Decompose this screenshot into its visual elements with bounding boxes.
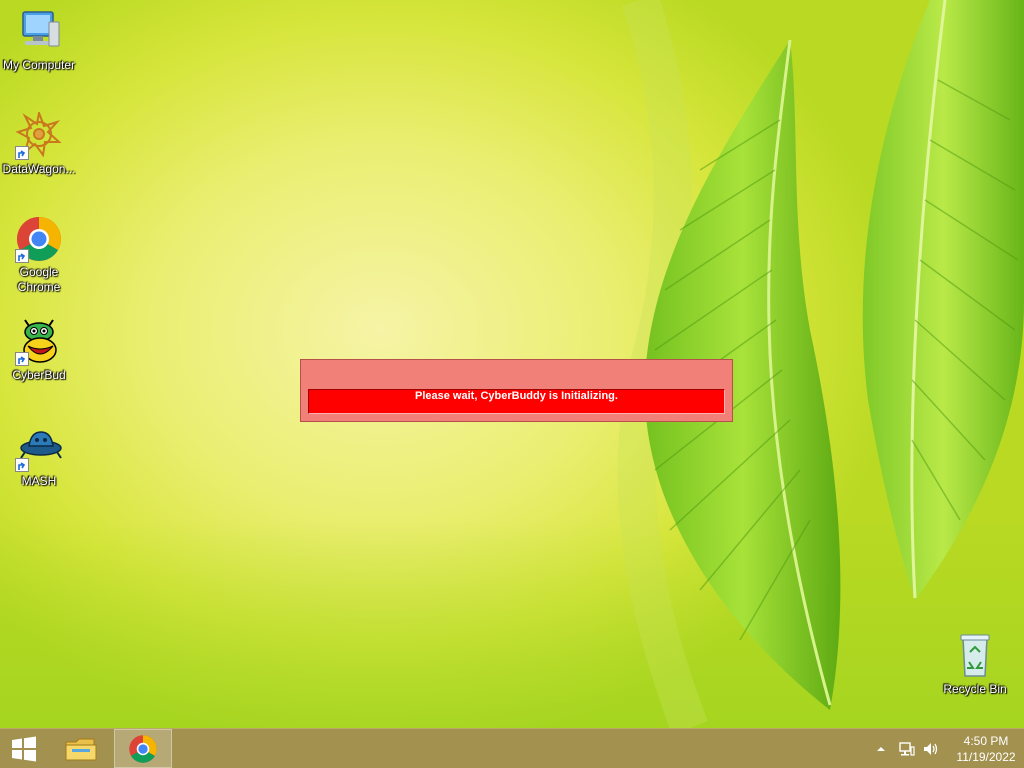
desktop-icon-label: Google Chrome bbox=[17, 265, 61, 294]
taskbar: 4:50 PM 11/19/2022 bbox=[0, 728, 1024, 768]
clock-date: 11/19/2022 bbox=[956, 749, 1016, 764]
desktop-icon-label: Recycle Bin bbox=[943, 682, 1007, 696]
desktop-icon-label: My Computer bbox=[2, 58, 76, 72]
shortcut-arrow-icon bbox=[15, 249, 29, 263]
show-hidden-icons-button[interactable] bbox=[874, 729, 888, 768]
desktop-icon-label: MASH bbox=[21, 474, 57, 488]
taskbar-clock[interactable]: 4:50 PM 11/19/2022 bbox=[948, 729, 1024, 768]
cyberbud-icon bbox=[15, 318, 63, 366]
desktop: My Computer DataWagon... Google Chrome C… bbox=[0, 0, 1024, 728]
network-button[interactable] bbox=[896, 729, 918, 768]
file-explorer-taskbar-button[interactable] bbox=[56, 729, 106, 768]
network-icon bbox=[899, 741, 915, 756]
speaker-icon bbox=[924, 742, 938, 755]
chrome-icon bbox=[129, 734, 157, 763]
desktop-icon-mash[interactable]: MASH bbox=[0, 424, 78, 489]
desktop-icon-datawagon[interactable]: DataWagon... bbox=[0, 109, 78, 177]
shortcut-arrow-icon bbox=[15, 458, 29, 472]
chevron-up-icon bbox=[877, 746, 885, 751]
desktop-icon-google-chrome[interactable]: Google Chrome bbox=[0, 215, 78, 295]
volume-button[interactable] bbox=[920, 729, 942, 768]
initializing-message: Please wait, CyberBuddy is Initializing. bbox=[415, 390, 618, 402]
computer-icon bbox=[15, 8, 63, 56]
datawagon-icon bbox=[15, 109, 63, 160]
shortcut-arrow-icon bbox=[15, 352, 29, 366]
desktop-icon-cyberbud[interactable]: CyberBud bbox=[0, 318, 78, 383]
chrome-icon bbox=[15, 215, 63, 263]
windows-logo-icon bbox=[12, 736, 36, 761]
initializing-message-bar: Please wait, CyberBuddy is Initializing. bbox=[308, 389, 725, 414]
desktop-icon-my-computer[interactable]: My Computer bbox=[0, 8, 78, 73]
shortcut-arrow-icon bbox=[15, 146, 29, 160]
mash-icon bbox=[15, 424, 63, 472]
clock-time: 4:50 PM bbox=[963, 733, 1009, 748]
cyberbuddy-init-dialog: Please wait, CyberBuddy is Initializing. bbox=[300, 359, 733, 422]
chrome-taskbar-button[interactable] bbox=[114, 729, 172, 768]
start-button[interactable] bbox=[0, 729, 48, 768]
desktop-icon-recycle-bin[interactable]: Recycle Bin bbox=[936, 632, 1014, 697]
folder-icon bbox=[65, 738, 97, 760]
desktop-icon-label: DataWagon... bbox=[2, 162, 76, 176]
recycle-bin-icon bbox=[951, 632, 999, 680]
desktop-icon-label: CyberBud bbox=[12, 368, 66, 382]
